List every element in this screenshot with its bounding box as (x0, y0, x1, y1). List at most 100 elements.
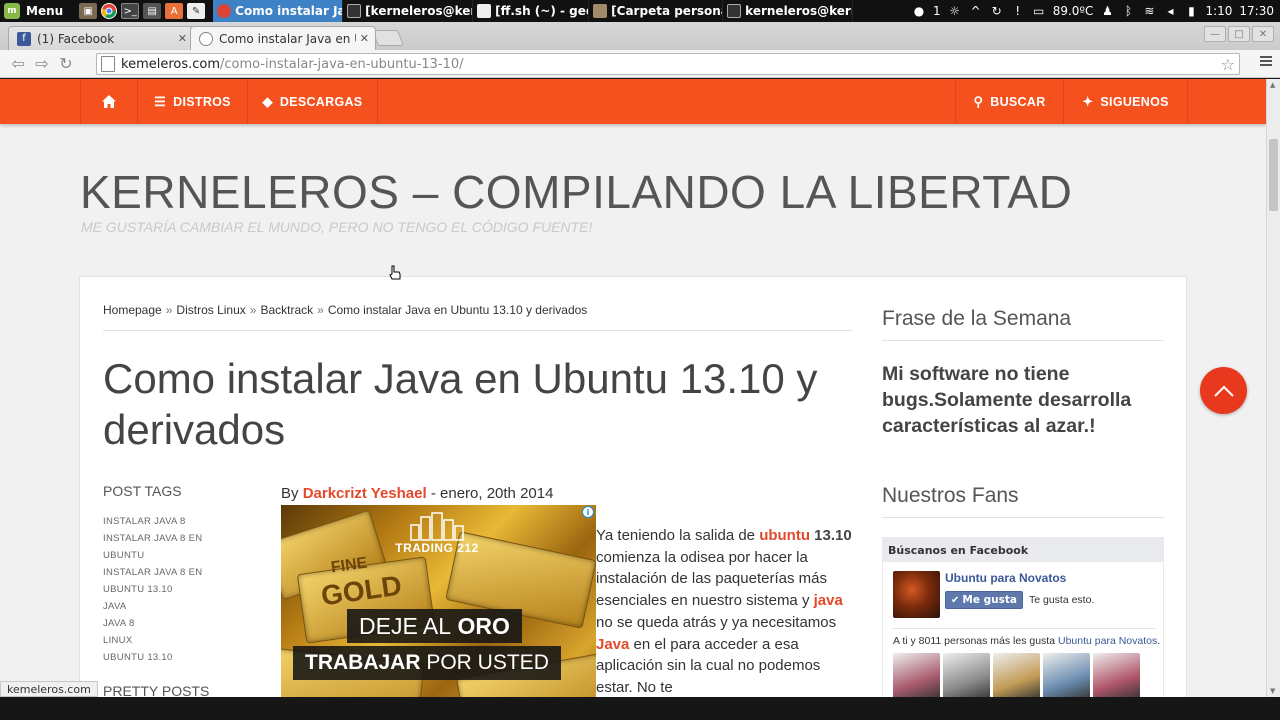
close-window-button[interactable]: ✕ (1252, 26, 1274, 42)
tag-link[interactable]: UBUNTU (103, 547, 223, 564)
monitor-icon[interactable]: ▭ (1032, 4, 1046, 18)
breadcrumb-homepage[interactable]: Homepage (103, 303, 162, 317)
java-link[interactable]: Java (596, 636, 629, 653)
task-gedit[interactable]: [ff.sh (~) - gedit] (473, 0, 590, 22)
bottom-panel (0, 697, 1280, 720)
task-label: Como instalar Jav... (235, 4, 342, 18)
file-manager-launcher-icon[interactable]: ▣ (79, 3, 98, 19)
breadcrumb-backtrack[interactable]: Backtrack (260, 303, 313, 317)
java-link[interactable]: java (814, 592, 843, 609)
fb-page-info: Ubuntu para Novatos ✔ Me gusta Te gusta … (945, 571, 1094, 618)
nav-siguenos[interactable]: ✦ SIGUENOS (1063, 79, 1188, 124)
breadcrumb-distros-linux[interactable]: Distros Linux (176, 303, 245, 317)
back-to-top-button[interactable] (1200, 367, 1247, 414)
tag-link[interactable]: JAVA (103, 598, 223, 615)
author-link[interactable]: Darkcrizt Yeshael (303, 485, 427, 502)
reload-icon[interactable]: ↻ (54, 53, 78, 75)
task-terminal-1[interactable]: [kerneleros@kern... (343, 0, 474, 22)
fb-fans-count: A ti y 8011 personas más les gusta (893, 635, 1056, 647)
phrase-of-week: Mi software no tiene bugs.Solamente desa… (882, 363, 1132, 437)
terminal-launcher-icon[interactable]: >_ (121, 3, 140, 19)
fan-avatar[interactable] (993, 653, 1040, 697)
battery-icon[interactable]: ▮ (1184, 4, 1198, 18)
tab-facebook[interactable]: f (1) Facebook ✕ (8, 26, 194, 50)
tag-link[interactable]: UBUNTU 13.10 (103, 649, 223, 666)
post-tags-heading: POST TAGS (103, 483, 182, 499)
check-icon: ✔ (951, 594, 960, 606)
maximize-button[interactable]: □ (1228, 26, 1250, 42)
minimize-button[interactable]: — (1204, 26, 1226, 42)
address-bar[interactable]: kemeleros.com/como-instalar-java-en-ubun… (96, 53, 1240, 75)
volume-icon[interactable]: ◂ (1163, 4, 1177, 18)
back-icon[interactable]: ⇦ (6, 53, 30, 75)
fb-like-status: Te gusta esto. (1028, 594, 1095, 606)
task-label: kerneleros@kern... (745, 4, 852, 18)
fb-like-button[interactable]: ✔ Me gusta (945, 591, 1023, 609)
text-editor-launcher-icon[interactable]: ✎ (187, 3, 206, 19)
user-icon[interactable]: ♟ (1100, 4, 1114, 18)
tag-link[interactable]: INSTALAR JAVA 8 (103, 513, 223, 530)
forward-icon[interactable]: ⇨ (30, 53, 54, 75)
tag-link[interactable]: UBUNTU 13.10 (103, 581, 223, 598)
nav-home[interactable] (80, 79, 138, 124)
alert-icon[interactable]: ● (912, 4, 926, 18)
task-home-folder[interactable]: [Carpeta personal] (589, 0, 724, 22)
site-title[interactable]: KERNELEROS – COMPILANDO LA LIBERTAD (80, 165, 1072, 219)
nav-distros[interactable]: ☰ DISTROS (137, 79, 248, 124)
tag-link[interactable]: LINUX (103, 632, 223, 649)
tab-current-post[interactable]: Como instalar Java en U ✕ (190, 26, 376, 50)
link-status-bar: kemeleros.com (0, 681, 98, 697)
scroll-up-arrow-icon[interactable]: ▲ (1270, 81, 1275, 89)
breadcrumb-separator: » (165, 303, 173, 317)
bookmark-star-icon[interactable]: ☆ (1221, 55, 1235, 74)
new-tab-button[interactable] (372, 30, 404, 46)
fan-avatar[interactable] (893, 653, 940, 697)
fb-page-avatar[interactable] (893, 571, 940, 618)
nav-label: BUSCAR (990, 94, 1046, 109)
temperature: 89.0ºC (1052, 4, 1094, 18)
brightness-icon[interactable]: ☼ (948, 4, 962, 18)
update-icon[interactable]: ! (1011, 4, 1025, 18)
breadcrumb: Homepage» Distros Linux» Backtrack» Como in… (103, 303, 587, 317)
url-path: /como-instalar-java-en-ubuntu-13-10/ (220, 56, 464, 72)
advertisement[interactable]: FINE GOLD TRADING 212 DEJE AL ORO TRABAJ… (281, 505, 596, 697)
terminal-icon (347, 4, 362, 18)
software-center-launcher-icon[interactable]: A (165, 3, 184, 19)
chrome-menu-icon[interactable] (1260, 56, 1272, 68)
url-host: kemeleros.com (121, 56, 221, 72)
clock[interactable]: 17:30 (1239, 4, 1274, 18)
task-terminal-2[interactable]: kerneleros@kern... (723, 0, 854, 22)
nav-descargas[interactable]: ◆ DESCARGAS (247, 79, 378, 124)
notification-count: 1 (933, 4, 941, 18)
breadcrumb-current: Como instalar Java en Ubuntu 13.10 y der… (327, 303, 588, 317)
page-scrollbar[interactable]: ▲ ▼ (1266, 79, 1280, 697)
close-icon[interactable]: ✕ (178, 32, 187, 45)
task-label: [Carpeta personal] (611, 4, 722, 18)
close-icon[interactable]: ✕ (360, 32, 369, 45)
fb-page-name[interactable]: Ubuntu para Novatos (945, 571, 1094, 585)
fan-avatar[interactable] (943, 653, 990, 697)
chevron-up-icon[interactable]: ^ (969, 4, 983, 18)
fb-fans-page-link[interactable]: Ubuntu para Novatos (1058, 635, 1157, 647)
system-tray: ● 1 ☼ ^ ↻ ! ▭ 89.0ºC ♟ ᛒ ≋ ◂ ▮ 1:10 17:3… (912, 4, 1280, 18)
scrollbar-thumb[interactable] (1269, 139, 1278, 211)
fan-avatar[interactable] (1093, 653, 1140, 697)
menu-button[interactable]: m Menu (0, 0, 69, 22)
tag-link[interactable]: JAVA 8 (103, 615, 223, 632)
task-chrome[interactable]: Como instalar Jav... (213, 0, 344, 22)
refresh-icon[interactable]: ↻ (990, 4, 1004, 18)
bluetooth-icon[interactable]: ᛒ (1121, 4, 1135, 18)
tag-link[interactable]: INSTALAR JAVA 8 EN (103, 530, 223, 547)
tab-title: Como instalar Java en U (219, 31, 356, 46)
chrome-launcher-icon[interactable] (101, 3, 118, 19)
nav-buscar[interactable]: ⚲ BUSCAR (955, 79, 1064, 124)
adchoices-icon[interactable]: i (582, 506, 594, 518)
wifi-icon[interactable]: ≋ (1142, 4, 1156, 18)
tag-list: INSTALAR JAVA 8 INSTALAR JAVA 8 EN UBUNT… (103, 513, 223, 666)
fan-avatar[interactable] (1043, 653, 1090, 697)
monitor-launcher-icon[interactable]: ▤ (143, 3, 162, 19)
menu-label: Menu (26, 4, 64, 18)
ubuntu-link[interactable]: ubuntu (759, 527, 810, 544)
tag-link[interactable]: INSTALAR JAVA 8 EN (103, 564, 223, 581)
scroll-down-arrow-icon[interactable]: ▼ (1270, 687, 1275, 695)
